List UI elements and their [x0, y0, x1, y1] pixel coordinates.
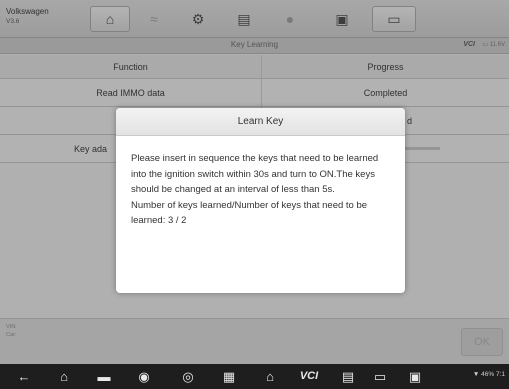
remote-button[interactable]: ▣: [404, 368, 426, 385]
status-bar: ▼ 46% 7:1: [473, 371, 505, 378]
shop-manager-button[interactable]: ▤: [338, 368, 358, 385]
learn-key-dialog: Learn Key Please insert in sequence the …: [116, 108, 405, 293]
back-button[interactable]: ←: [14, 368, 34, 385]
car-icon: ▭: [373, 369, 387, 384]
display-button[interactable]: ▦: [218, 368, 240, 385]
display-settings-icon: ▦: [222, 369, 236, 384]
vci-nav-button[interactable]: VCI: [296, 368, 322, 385]
shop-manager-icon: ▤: [341, 369, 355, 384]
camera-button[interactable]: ◎: [178, 368, 198, 385]
dialog-title: Learn Key: [116, 108, 405, 136]
maxisys-home-button[interactable]: ⌂: [260, 368, 280, 385]
camera-icon: ◎: [182, 369, 194, 384]
browser-button[interactable]: ◉: [134, 368, 154, 385]
recent-apps-icon: ▬: [97, 369, 111, 384]
dialog-key-count: Number of keys learned/Number of keys th…: [131, 199, 368, 227]
remote-car-icon: ▣: [408, 369, 422, 384]
maxisys-home-icon: ⌂: [266, 369, 274, 384]
dialog-message: Please insert in sequence the keys that …: [131, 153, 379, 195]
wifi-icon: ▼: [472, 371, 480, 378]
home-nav-button[interactable]: ⌂: [54, 368, 74, 385]
vci-nav-label: VCI: [299, 370, 319, 382]
house-icon: ⌂: [60, 369, 68, 384]
navigation-bar: ← ⌂ ▬ ◉ ◎ ▦ ⌂ VCI ▤ ▭ ▣ ▼ 46% 7:1: [0, 364, 509, 389]
status-text: 46% 7:1: [481, 371, 505, 378]
screen: Volkswagen V3.6 ⌂ ≈ ⚙ ▤ ● ▣ ▭ Key Learni…: [0, 0, 509, 389]
back-icon: ←: [17, 369, 31, 384]
dialog-body: Please insert in sequence the keys that …: [116, 136, 405, 229]
vehicle-nav-button[interactable]: ▭: [370, 368, 390, 385]
browser-icon: ◉: [138, 369, 150, 384]
recent-apps-button[interactable]: ▬: [94, 368, 114, 385]
